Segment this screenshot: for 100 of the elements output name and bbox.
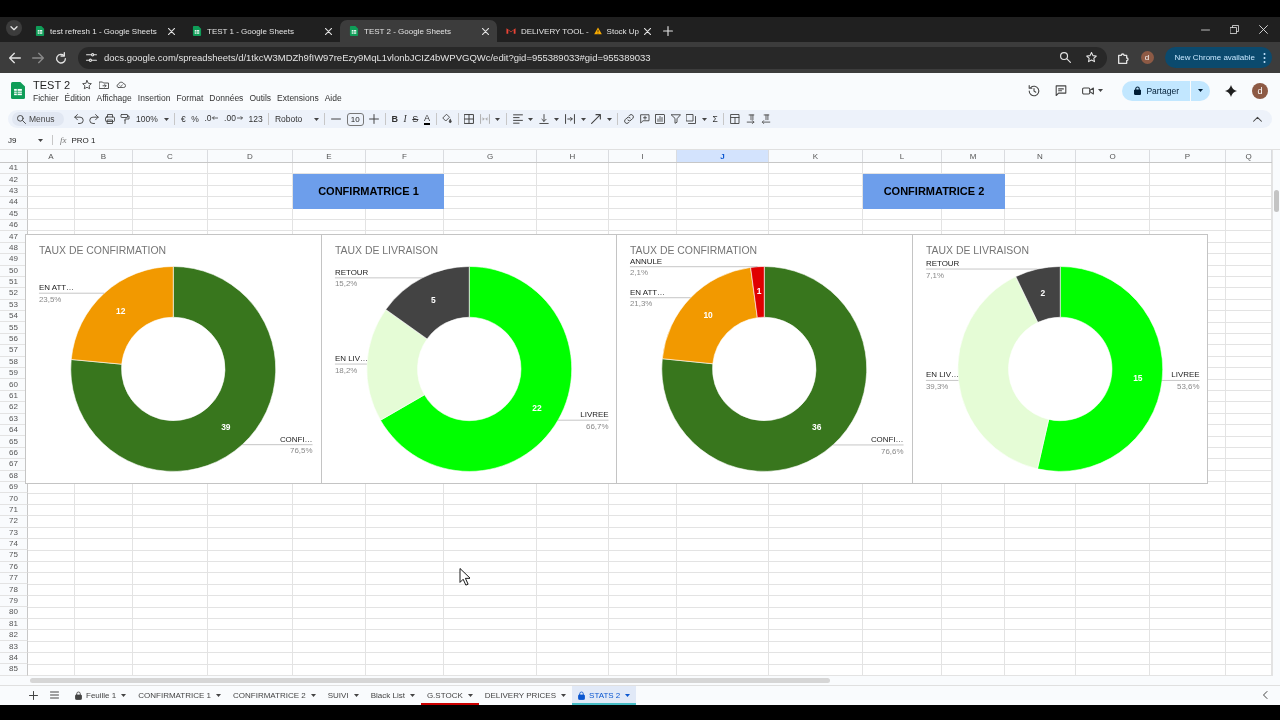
- menu-item[interactable]: Fichier: [33, 92, 59, 103]
- browser-tab[interactable]: DELIVERY TOOL - Stock Up: [497, 20, 654, 42]
- menu-item[interactable]: Insertion: [137, 92, 171, 103]
- comment-icon[interactable]: [1055, 84, 1068, 97]
- column-header[interactable]: D: [208, 150, 293, 162]
- folder-icon[interactable]: [99, 79, 110, 90]
- zoom-icon[interactable]: [1059, 52, 1071, 63]
- column-header[interactable]: K: [769, 150, 863, 162]
- sheet-tab[interactable]: CONFIRMATRICE 1: [132, 685, 227, 705]
- row-number[interactable]: 78: [0, 584, 28, 596]
- column-header[interactable]: H: [537, 150, 609, 162]
- filter-icon[interactable]: [670, 114, 681, 124]
- column-header[interactable]: L: [863, 150, 942, 162]
- caret-down-icon[interactable]: [554, 117, 560, 121]
- column-header[interactable]: O: [1076, 150, 1150, 162]
- align-left-icon[interactable]: [512, 114, 523, 124]
- sliders-icon[interactable]: [86, 52, 97, 63]
- menu-item[interactable]: Outils: [249, 92, 272, 103]
- chevron-left-icon[interactable]: [1263, 691, 1268, 700]
- row-number[interactable]: 70: [0, 493, 28, 505]
- strikethrough-button[interactable]: S: [412, 114, 419, 124]
- caret-down-icon[interactable]: [702, 117, 707, 121]
- caret-down-icon[interactable]: [1098, 89, 1104, 92]
- link-icon[interactable]: [624, 114, 634, 124]
- row-number[interactable]: 82: [0, 630, 28, 642]
- row-number[interactable]: 83: [0, 641, 28, 653]
- decrease-decimals-button[interactable]: .0: [204, 113, 219, 125]
- chevron-down-icon[interactable]: [6, 19, 22, 36]
- row-number[interactable]: 45: [0, 208, 28, 220]
- functions-button[interactable]: Σ: [712, 114, 718, 124]
- profile-avatar[interactable]: d: [1140, 51, 1154, 64]
- chevron-up-icon[interactable]: [1253, 116, 1262, 122]
- reload-icon[interactable]: [55, 51, 67, 64]
- caret-down-icon[interactable]: [528, 117, 534, 121]
- text-color-button[interactable]: A: [423, 113, 430, 125]
- menu-item[interactable]: Extensions: [277, 92, 319, 103]
- sheet-tab[interactable]: Feuille 1: [69, 685, 133, 705]
- table-icon[interactable]: [730, 114, 741, 124]
- search-field[interactable]: Menus: [12, 112, 64, 126]
- text-direction-icon[interactable]: [761, 114, 772, 124]
- undo-icon[interactable]: [73, 114, 84, 124]
- sheet-tab[interactable]: CONFIRMATRICE 2: [227, 685, 322, 705]
- browser-tab[interactable]: TEST 2 - Google Sheets: [340, 20, 497, 42]
- share-button[interactable]: Partager: [1122, 80, 1210, 101]
- caret-down-icon[interactable]: [163, 117, 169, 121]
- row-number[interactable]: 77: [0, 573, 28, 585]
- address-bar[interactable]: docs.google.com/spreadsheets/d/1tkcW3MDZh9fIW97reEzy9MqL1vlonbJCIZ4bWPVGQWc/edit?gid=955389033#gid=955389033: [78, 46, 1107, 69]
- document-title[interactable]: TEST 2: [33, 78, 71, 91]
- history-icon[interactable]: [1028, 84, 1041, 97]
- sheet-tab[interactable]: DELIVERY PRICES: [478, 685, 573, 705]
- filter-views-icon[interactable]: [686, 114, 697, 124]
- sheet-tab[interactable]: SUIVI: [321, 685, 365, 705]
- close-icon[interactable]: [644, 27, 652, 35]
- browser-tab[interactable]: TEST 1 - Google Sheets: [183, 20, 340, 42]
- close-icon[interactable]: [482, 27, 489, 35]
- puzzle-icon[interactable]: [1117, 51, 1130, 64]
- caret-down-icon[interactable]: [580, 117, 586, 121]
- bold-button[interactable]: B: [391, 114, 398, 124]
- row-number[interactable]: 73: [0, 527, 28, 539]
- paint-roller-icon[interactable]: [120, 114, 131, 124]
- add-comment-icon[interactable]: [639, 114, 650, 124]
- row-number[interactable]: 44: [0, 197, 28, 209]
- font-size-field[interactable]: 10: [346, 112, 364, 126]
- text-wrap-icon[interactable]: [565, 114, 576, 124]
- font-dropdown[interactable]: Roboto: [274, 114, 319, 124]
- spreadsheet-icon[interactable]: [11, 81, 25, 100]
- vertical-align-icon[interactable]: [538, 114, 549, 124]
- row-number[interactable]: 80: [0, 607, 28, 619]
- text-rotation-icon[interactable]: [591, 114, 602, 124]
- forward-icon[interactable]: [32, 51, 44, 64]
- italic-button[interactable]: I: [403, 114, 407, 124]
- caret-down-icon[interactable]: [313, 117, 319, 121]
- sheet-tab[interactable]: G.STOCK: [420, 685, 479, 705]
- row-number[interactable]: 42: [0, 174, 28, 186]
- more-icon[interactable]: [1263, 52, 1266, 63]
- column-header[interactable]: P: [1150, 150, 1226, 162]
- paint-bucket-icon[interactable]: [442, 114, 453, 124]
- caret-down-icon[interactable]: [495, 117, 501, 121]
- chart-icon[interactable]: [655, 114, 666, 124]
- column-header[interactable]: C: [133, 150, 208, 162]
- column-header[interactable]: A: [28, 150, 75, 162]
- name-box[interactable]: J9: [0, 131, 48, 149]
- row-number[interactable]: 85: [0, 664, 28, 676]
- row-number[interactable]: 41: [0, 163, 28, 175]
- caret-down-icon[interactable]: [606, 117, 612, 121]
- menu-item[interactable]: Format: [176, 92, 204, 103]
- caret-down-icon[interactable]: [38, 138, 43, 142]
- sheet-tab[interactable]: STATS 2: [572, 685, 637, 705]
- plus-icon[interactable]: [29, 690, 38, 700]
- update-button[interactable]: New Chrome available: [1164, 47, 1272, 68]
- menu-icon[interactable]: [50, 691, 59, 700]
- star-icon[interactable]: [82, 79, 93, 90]
- printer-icon[interactable]: [104, 114, 115, 124]
- borders-icon[interactable]: [464, 114, 475, 124]
- close-icon[interactable]: [168, 27, 175, 35]
- close-icon[interactable]: [325, 27, 332, 35]
- menu-item[interactable]: Édition: [64, 92, 91, 103]
- sheet-tab[interactable]: Black List: [364, 685, 421, 705]
- column-header[interactable]: F: [366, 150, 444, 162]
- menu-item[interactable]: Données: [209, 92, 244, 103]
